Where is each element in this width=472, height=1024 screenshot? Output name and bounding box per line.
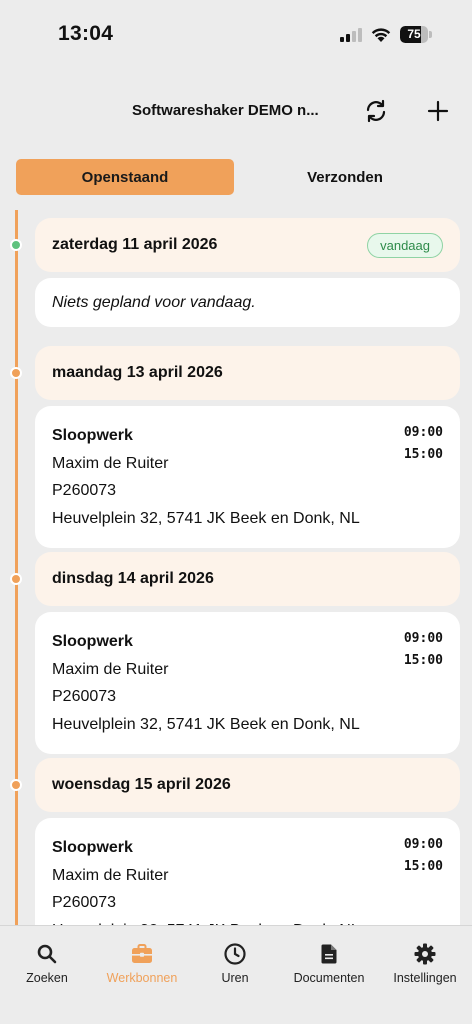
start-time: 09:00 xyxy=(403,631,443,646)
segment-verzonden[interactable]: Verzonden xyxy=(236,159,454,195)
tab-bar: Zoeken Werkbonnen Uren Documenten Instel… xyxy=(0,925,472,1024)
workorder-address: Heuvelplein 32, 5741 JK Beek en Donk, NL xyxy=(52,917,443,926)
plus-icon xyxy=(427,100,449,122)
workorder-address: Heuvelplein 32, 5741 JK Beek en Donk, NL xyxy=(52,715,360,733)
workorder-project: P260073 xyxy=(52,688,117,705)
workorder-times: 09:00 15:00 xyxy=(404,628,443,672)
workorder-address: Heuvelplein 32, 5741 JK Beek en Donk, NL xyxy=(52,509,360,527)
start-time: 09:00 xyxy=(403,425,443,440)
tab-documenten[interactable]: Documenten xyxy=(288,942,370,992)
day-section: woensdag 15 april 2026 Sloopwerk Maxim d… xyxy=(10,758,460,925)
tab-label: Zoeken xyxy=(26,971,68,985)
briefcase-icon xyxy=(132,944,152,963)
day-date: woensdag 15 april 2026 xyxy=(52,776,231,793)
day-section: dinsdag 14 april 2026 Sloopwerk Maxim de… xyxy=(10,552,460,754)
tab-label: Uren xyxy=(221,971,249,985)
end-time: 15:00 xyxy=(403,859,443,874)
status-time: 13:04 xyxy=(58,22,114,45)
workorder-card[interactable]: Sloopwerk Maxim de Ruiter P260073 Heuvel… xyxy=(35,818,460,925)
workorder-project: P260073 xyxy=(52,894,117,911)
navigation-bar: Softwareshaker DEMO n... xyxy=(0,88,472,134)
workorder-customer: Maxim de Ruiter xyxy=(52,454,169,472)
day-date: dinsdag 14 april 2026 xyxy=(52,570,214,587)
sync-icon xyxy=(366,99,386,123)
tab-werkbonnen[interactable]: Werkbonnen xyxy=(101,942,183,992)
sync-button[interactable] xyxy=(359,94,393,128)
add-button[interactable] xyxy=(421,94,455,128)
document-icon xyxy=(321,944,337,964)
empty-day-card: Niets gepland voor vandaag. xyxy=(35,278,460,327)
today-badge: vandaag xyxy=(367,232,443,258)
workorder-times: 09:00 15:00 xyxy=(404,834,443,878)
status-bar: 13:04 75 xyxy=(0,0,472,70)
day-header: zaterdag 11 april 2026 vandaag xyxy=(35,218,460,272)
cellular-signal-icon xyxy=(340,28,362,42)
wifi-icon xyxy=(371,28,391,42)
tab-label: Instellingen xyxy=(393,971,457,985)
day-section: maandag 13 april 2026 Sloopwerk Maxim de… xyxy=(10,346,460,548)
workorder-card[interactable]: Sloopwerk Maxim de Ruiter P260073 Heuvel… xyxy=(35,406,460,548)
workorder-title: Sloopwerk xyxy=(52,633,133,650)
end-time: 15:00 xyxy=(403,653,443,668)
timeline-dot-today xyxy=(10,239,22,251)
workorder-customer: Maxim de Ruiter xyxy=(52,660,169,678)
timeline-dot xyxy=(10,779,22,791)
tab-label: Werkbonnen xyxy=(106,971,178,985)
day-header: woensdag 15 april 2026 xyxy=(35,758,460,812)
tab-instellingen[interactable]: Instellingen xyxy=(387,942,463,992)
day-header: maandag 13 april 2026 xyxy=(35,346,460,400)
workorder-timeline[interactable]: zaterdag 11 april 2026 vandaag Niets gep… xyxy=(0,210,472,925)
segment-openstaand[interactable]: Openstaand xyxy=(16,159,234,195)
workorder-title: Sloopwerk xyxy=(52,427,133,444)
timeline-dot xyxy=(10,573,22,585)
day-date: maandag 13 april 2026 xyxy=(52,364,223,381)
tab-uren[interactable]: Uren xyxy=(210,942,260,992)
battery-indicator: 75 xyxy=(400,26,432,43)
search-icon xyxy=(37,944,57,964)
workorder-title: Sloopwerk xyxy=(52,839,133,856)
page-title: Softwareshaker DEMO n... xyxy=(132,102,318,119)
workorder-customer: Maxim de Ruiter xyxy=(52,866,169,884)
segmented-control: Openstaand Verzonden xyxy=(16,159,456,195)
day-section: zaterdag 11 april 2026 vandaag Niets gep… xyxy=(10,218,460,327)
battery-percentage: 75 xyxy=(407,27,421,41)
workorder-card[interactable]: Sloopwerk Maxim de Ruiter P260073 Heuvel… xyxy=(35,612,460,754)
start-time: 09:00 xyxy=(403,837,443,852)
timeline-dot xyxy=(10,367,22,379)
day-date: zaterdag 11 april 2026 xyxy=(52,236,218,253)
workorder-times: 09:00 15:00 xyxy=(404,422,443,466)
day-header: dinsdag 14 april 2026 xyxy=(35,552,460,606)
empty-day-message: Niets gepland voor vandaag. xyxy=(52,294,256,311)
timeline-line xyxy=(15,210,18,925)
end-time: 15:00 xyxy=(403,447,443,462)
workorder-project: P260073 xyxy=(52,482,117,499)
tab-zoeken[interactable]: Zoeken xyxy=(17,942,77,992)
tab-label: Documenten xyxy=(293,971,365,985)
clock-icon xyxy=(224,943,246,965)
gear-icon xyxy=(414,943,436,965)
